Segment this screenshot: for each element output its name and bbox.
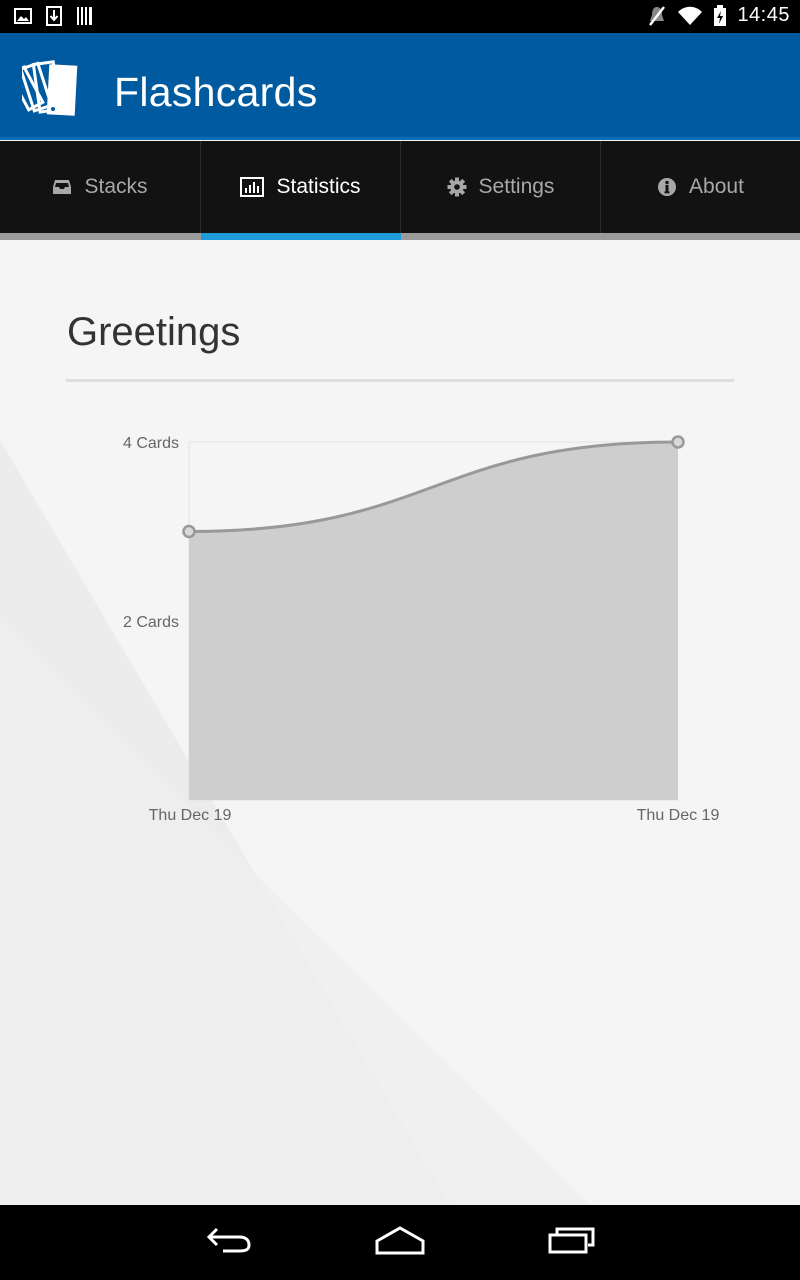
tab-label: Settings (478, 175, 555, 198)
image-icon (14, 8, 32, 24)
x-tick-label: Thu Dec 19 (149, 807, 232, 824)
bar-chart-icon (240, 177, 265, 197)
inbox-icon (52, 179, 72, 195)
gear-icon (447, 177, 467, 197)
area-fill (189, 442, 678, 800)
tab-about[interactable]: About (600, 141, 800, 233)
tab-label: About (689, 175, 744, 198)
tab-bar: Stacks Statistics Settings About (0, 141, 800, 240)
tab-settings[interactable]: Settings (400, 141, 600, 233)
app-bar: Flashcards (0, 33, 800, 140)
status-time: 14:45 (737, 4, 790, 26)
y-tick-label: 2 Cards (123, 614, 179, 631)
battery-charging-icon (713, 4, 727, 27)
data-point (182, 524, 196, 539)
cards-area-chart: 4 Cards 2 Cards Thu Dec 19 Thu Dec 19 (123, 435, 720, 824)
barcode-icon (76, 6, 94, 26)
mute-icon (647, 5, 667, 27)
data-point (671, 435, 685, 449)
statistics-panel: Greetings 4 Cards 2 Cards Thu Dec 19 Thu… (0, 240, 800, 1205)
app-title: Flashcards (114, 69, 318, 115)
info-icon (657, 177, 677, 197)
recent-apps-icon[interactable] (547, 1225, 597, 1260)
tab-label: Statistics (276, 175, 361, 198)
download-icon (46, 6, 62, 26)
y-tick-label: 4 Cards (123, 435, 179, 452)
tab-label: Stacks (84, 175, 148, 198)
x-tick-label: Thu Dec 19 (637, 807, 720, 824)
status-bar: 14:45 (0, 0, 800, 33)
home-icon[interactable] (374, 1225, 426, 1260)
tab-stacks[interactable]: Stacks (0, 141, 200, 233)
wifi-icon (677, 6, 703, 26)
navigation-bar (0, 1205, 800, 1280)
tab-statistics[interactable]: Statistics (200, 141, 401, 240)
flashcards-logo-icon[interactable] (7, 57, 82, 124)
back-icon[interactable] (205, 1225, 253, 1260)
